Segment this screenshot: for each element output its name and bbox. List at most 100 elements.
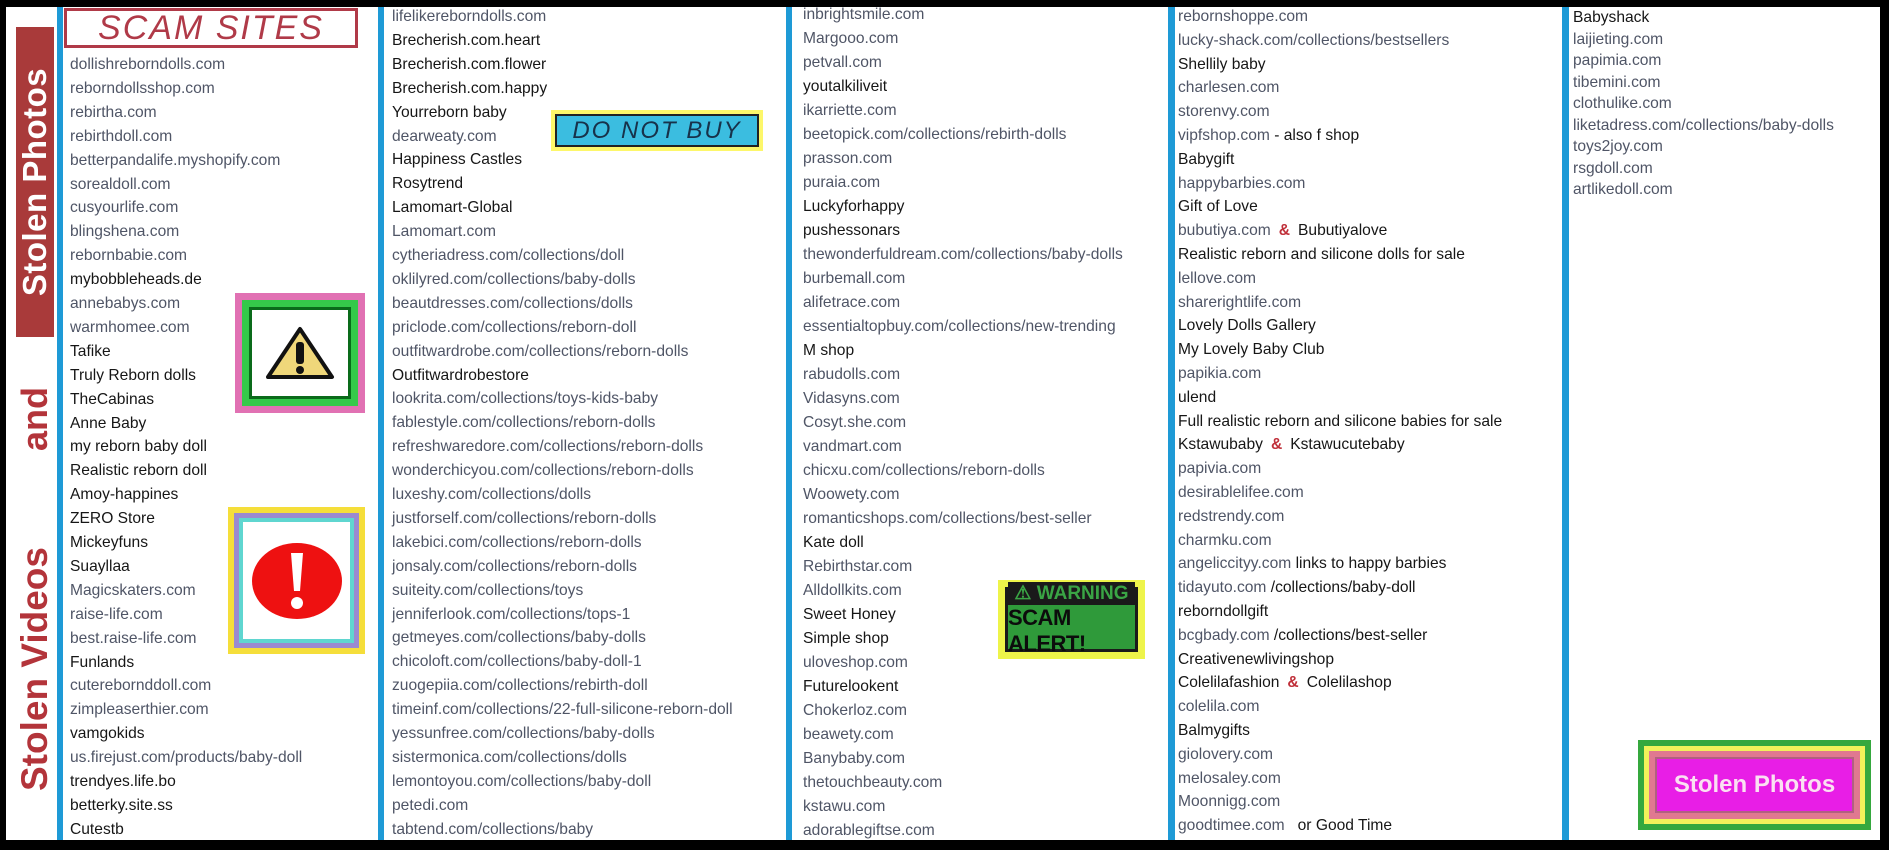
- site-domain: petvall.com: [803, 54, 882, 71]
- site-domain: sorealdoll.com: [70, 175, 171, 193]
- shop-name: My Lovely Baby Club: [1178, 341, 1325, 359]
- site-domain: priclode.com/collections/reborn-doll: [392, 318, 637, 336]
- divider: [1168, 7, 1175, 840]
- site-domain: papimia.com: [1573, 52, 1662, 69]
- site-domain: rebirtha.com: [70, 103, 157, 121]
- shop-name: Realistic reborn and silicone dolls for …: [1178, 246, 1465, 263]
- do-not-buy-text: DO NOT BUY: [555, 114, 759, 147]
- stolen-photos-badge-text: Stolen Photos: [1655, 757, 1854, 813]
- site-domain: lookrita.com/collections/toys-kids-baby: [392, 390, 659, 408]
- warning-text: ⚠ WARNING: [1008, 582, 1135, 605]
- site-domain: kstawu.com: [803, 798, 886, 815]
- site-domain: Cosyt.she.com: [803, 414, 907, 431]
- site-domain: zimpleaserthier.com: [70, 701, 209, 719]
- shop-name: Kstawucutebaby: [1290, 436, 1405, 454]
- site-domain: zuogepiia.com/collections/rebirth-doll: [392, 677, 648, 695]
- divider: [786, 7, 792, 840]
- shop-name: ZERO Store: [70, 510, 155, 528]
- site-domain: happybarbies.com: [1178, 174, 1306, 192]
- shop-name: or Good Time: [1284, 817, 1393, 835]
- site-domain: betterpandalife.myshopify.com: [70, 151, 281, 169]
- site-domain: artlikedoll.com: [1573, 181, 1673, 198]
- site-domain: lifelikereborndolls.com: [392, 8, 547, 25]
- site-domain: dollishreborndolls.com: [70, 56, 226, 73]
- site-domain: charlesen.com: [1178, 79, 1280, 97]
- site-domain: inbrightsmile.com: [803, 6, 925, 23]
- shop-name: Full realistic reborn and silicone babie…: [1178, 412, 1503, 430]
- site-domain: lucky-shack.com/collections/bestsellers: [1178, 31, 1450, 49]
- shop-name: trendyes.life.bo: [70, 773, 176, 790]
- shop-name: ulend: [1178, 388, 1217, 406]
- site-domain: lakebici.com/collections/reborn-dolls: [392, 533, 642, 551]
- site-domain: vipfshop.com: [1178, 127, 1270, 144]
- page-title: SCAM SITES: [64, 8, 358, 48]
- site-domain: lemontoyou.com/collections/baby-doll: [392, 772, 652, 790]
- site-domain: rsgdoll.com: [1573, 159, 1653, 177]
- site-domain: Margooo.com: [803, 30, 899, 47]
- site-domain: Banybaby.com: [803, 750, 905, 767]
- shop-name: Simple shop: [803, 630, 889, 647]
- shop-name: - also f shop: [1269, 127, 1360, 144]
- site-domain: rebornshoppe.com: [1178, 8, 1309, 25]
- warning-triangle-icon: [266, 327, 334, 379]
- shop-name: Creativenewlivingshop: [1178, 650, 1335, 668]
- site-domain: clothulike.com: [1573, 95, 1672, 112]
- shop-name: Futurelookent: [803, 678, 899, 695]
- site-domain: tabtend.com/collections/baby: [392, 820, 594, 838]
- shop-name: Lovely Dolls Gallery: [1178, 317, 1316, 335]
- site-domain: Rebirthstar.com: [803, 558, 913, 575]
- site-domain: toys2joy.com: [1573, 138, 1663, 155]
- site-domain: justforself.com/collections/reborn-dolls: [392, 509, 657, 527]
- scam-alert-text: SCAM ALERT!: [1008, 605, 1086, 656]
- site-domain: petedi.com: [392, 796, 469, 814]
- site-domain: goodtimee.com: [1178, 817, 1285, 835]
- shop-name: Kate doll: [803, 534, 864, 551]
- site-domain: alifetrace.com: [803, 294, 901, 311]
- list-item: Kstawubaby & Kstawucutebaby: [1178, 435, 1405, 455]
- shop-name: /collections/baby-doll: [1266, 579, 1416, 597]
- site-domain: bcgbady.com: [1178, 626, 1270, 644]
- site-domain: sharerightlife.com: [1178, 293, 1302, 311]
- shop-name: Funlands: [70, 653, 135, 671]
- site-domain: jonsaly.com/collections/reborn-dolls: [392, 557, 637, 575]
- alert-badge: [228, 507, 365, 654]
- site-domain: melosaley.com: [1178, 769, 1281, 787]
- site-domain: Moonnigg.com: [1178, 793, 1281, 811]
- divider: [378, 7, 384, 840]
- site-domain: rebirthdoll.com: [70, 127, 173, 145]
- site-domain: fablestyle.com/collections/reborn-dolls: [392, 414, 656, 432]
- shop-name: youtalkiliveit: [803, 78, 888, 95]
- site-domain: cuterebornddoll.com: [70, 677, 212, 695]
- site-domain: angeliccityy.com: [1178, 555, 1292, 573]
- site-domain: laijieting.com: [1573, 30, 1664, 48]
- site-domain: annebabys.com: [70, 295, 181, 312]
- list-item: bcgbady.com /collections/best-seller: [1178, 626, 1427, 646]
- site-domain: papikia.com: [1178, 365, 1262, 382]
- site-domain: burbemall.com: [803, 270, 906, 287]
- site-domain: cytheriadress.com/collections/doll: [392, 247, 625, 264]
- shop-name: Colelilashop: [1306, 674, 1392, 692]
- shop-name: Brecherish.com.happy: [392, 79, 548, 97]
- shop-name: M shop: [803, 342, 855, 359]
- shop-name: TheCabinas: [70, 390, 155, 408]
- sidebar-and-label: and: [14, 374, 56, 464]
- site-domain: tidayuto.com: [1178, 579, 1267, 597]
- shop-name: Tafike: [70, 342, 111, 360]
- site-domain: papivia.com: [1178, 460, 1262, 478]
- shop-name: Anne Baby: [70, 414, 147, 432]
- shop-name: Kstawubaby: [1178, 436, 1263, 454]
- site-domain: suiteity.com/collections/toys: [392, 581, 584, 599]
- site-domain: thetouchbeauty.com: [803, 774, 943, 791]
- ampersand: &: [1270, 436, 1283, 454]
- shop-name: Cutestb: [70, 820, 124, 838]
- shop-name: Amoy-happines: [70, 486, 179, 504]
- shop-name: Shellily baby: [1178, 55, 1266, 73]
- site-domain: us.firejust.com/products/baby-doll: [70, 749, 303, 767]
- scam-alert-badge: ⚠ WARNING SCAM ALERT!: [998, 580, 1145, 659]
- site-domain: liketadress.com/collections/baby-dolls: [1573, 116, 1834, 134]
- site-domain: bubutiya.com: [1178, 222, 1271, 240]
- shop-name: reborndollgift: [1178, 603, 1269, 620]
- site-domain: giolovery.com: [1178, 745, 1274, 763]
- site-domain: uloveshop.com: [803, 654, 908, 671]
- shop-name: betterky.site.ss: [70, 796, 173, 814]
